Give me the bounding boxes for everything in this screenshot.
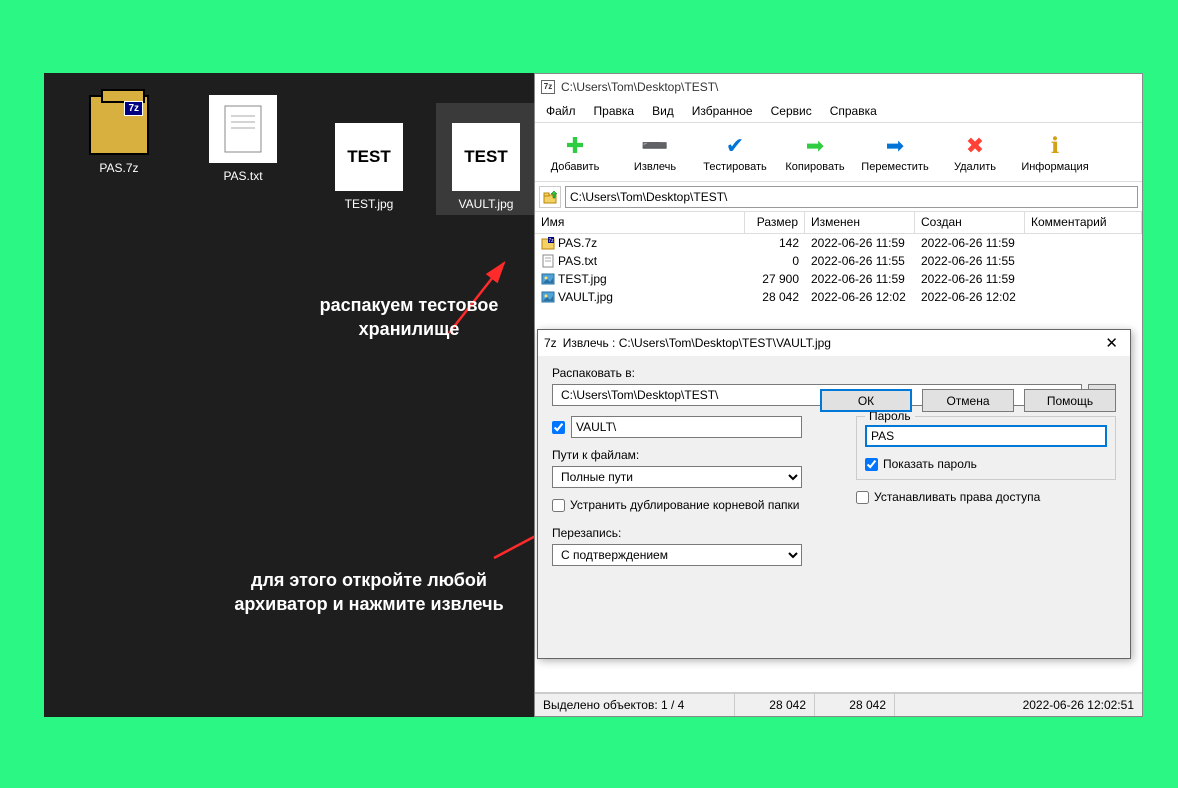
7zip-titlebar[interactable]: 7z C:\Users\Tom\Desktop\TEST\ [535,74,1142,100]
cancel-button[interactable]: Отмена [922,389,1014,412]
help-button[interactable]: Помощь [1024,389,1116,412]
txt-icon [209,95,277,163]
col-name[interactable]: Имя [535,212,745,233]
col-created[interactable]: Создан [915,212,1025,233]
up-button[interactable] [539,186,561,208]
paths-select[interactable]: Полные пути [552,466,802,488]
dialog-title: Извлечь : C:\Users\Tom\Desktop\TEST\VAUL… [563,336,831,350]
close-button[interactable]: ✕ [1099,334,1124,352]
desktop-icon-test-jpg[interactable]: TEST TEST.jpg [324,123,414,211]
eliminate-dup-check[interactable]: Устранить дублирование корневой папки [552,498,802,512]
status-size1: 28 042 [735,694,815,716]
status-bar: Выделено объектов: 1 / 4 28 042 28 042 2… [535,692,1142,716]
icon-label: TEST.jpg [345,197,394,211]
ok-button[interactable]: ОК [820,389,912,412]
extract-to-label: Распаковать в: [552,366,1116,380]
icon-label: PAS.txt [223,169,262,183]
annotation-1: распакуем тестовое хранилище [284,293,534,342]
col-modified[interactable]: Изменен [805,212,915,233]
menu-help[interactable]: Справка [823,102,884,120]
toolbar: ✚Добавить➖Извлечь✔Тестировать➡Копировать… [535,122,1142,182]
toolbar-переместить[interactable]: ➡Переместить [855,131,935,173]
overwrite-select[interactable]: С подтверждением [552,544,802,566]
paths-label: Пути к файлам: [552,448,802,462]
restore-perms-check[interactable]: Устанавливать права доступа [856,490,1116,504]
dialog-titlebar[interactable]: 7z Извлечь : C:\Users\Tom\Desktop\TEST\V… [538,330,1130,356]
icon-label: VAULT.jpg [459,197,514,211]
file-row[interactable]: VAULT.jpg28 0422022-06-26 12:022022-06-2… [535,288,1142,306]
menu-favorites[interactable]: Избранное [685,102,760,120]
информация-icon: ℹ [1015,131,1095,161]
file-row[interactable]: PAS.txt02022-06-26 11:552022-06-26 11:55 [535,252,1142,270]
password-input[interactable] [865,425,1107,447]
удалить-icon: ✖ [935,131,1015,161]
col-comment[interactable]: Комментарий [1025,212,1142,233]
7zip-app-icon: 7z [541,80,555,94]
toolbar-извлечь[interactable]: ➖Извлечь [615,131,695,173]
jpg-thumb: TEST [335,123,403,191]
menu-view[interactable]: Вид [645,102,681,120]
svg-text:7z: 7z [548,238,554,244]
address-bar [535,182,1142,212]
toolbar-копировать[interactable]: ➡Копировать [775,131,855,173]
archive-icon: 7z [89,95,149,155]
тестировать-icon: ✔ [695,131,775,161]
status-size2: 28 042 [815,694,895,716]
icon-label: PAS.7z [99,161,138,175]
status-time: 2022-06-26 12:02:51 [895,694,1142,716]
извлечь-icon: ➖ [615,131,695,161]
file-icon [541,254,555,268]
annotation-2: для этого откройте любой архиватор и наж… [229,568,509,617]
menu-file[interactable]: Файл [539,102,583,120]
7zip-app-icon: 7z [544,336,557,350]
status-selected: Выделено объектов: 1 / 4 [535,694,735,716]
file-icon: 7z [541,236,555,250]
address-input[interactable] [565,186,1138,208]
переместить-icon: ➡ [855,131,935,161]
list-header: Имя Размер Изменен Создан Комментарий [535,212,1142,234]
window-title: C:\Users\Tom\Desktop\TEST\ [561,80,718,94]
desktop-icon-pas-txt[interactable]: PAS.txt [198,95,288,183]
desktop-icon-pas-7z[interactable]: 7z PAS.7z [74,95,164,175]
overwrite-label: Перезапись: [552,526,802,540]
file-row[interactable]: TEST.jpg27 9002022-06-26 11:592022-06-26… [535,270,1142,288]
screenshot-canvas: 7z PAS.7z PAS.txt TEST TEST.jpg TEST VAU… [44,73,1097,717]
menu-edit[interactable]: Правка [587,102,642,120]
toolbar-удалить[interactable]: ✖Удалить [935,131,1015,173]
col-size[interactable]: Размер [745,212,805,233]
subfolder-input[interactable] [571,416,802,438]
toolbar-информация[interactable]: ℹИнформация [1015,131,1095,173]
menubar: Файл Правка Вид Избранное Сервис Справка [535,100,1142,122]
show-password-check[interactable]: Показать пароль [865,457,1107,471]
toolbar-тестировать[interactable]: ✔Тестировать [695,131,775,173]
добавить-icon: ✚ [535,131,615,161]
subfolder-check[interactable] [552,416,565,438]
password-fieldset: Пароль Показать пароль [856,416,1116,480]
desktop-icon-vault-jpg[interactable]: TEST VAULT.jpg [436,103,536,215]
toolbar-добавить[interactable]: ✚Добавить [535,131,615,173]
extract-dialog: 7z Извлечь : C:\Users\Tom\Desktop\TEST\V… [537,329,1131,659]
file-row[interactable]: 7zPAS.7z1422022-06-26 11:592022-06-26 11… [535,234,1142,252]
folder-up-icon [543,190,557,204]
file-icon [541,290,555,304]
file-icon [541,272,555,286]
копировать-icon: ➡ [775,131,855,161]
menu-tools[interactable]: Сервис [764,102,819,120]
jpg-thumb: TEST [452,123,520,191]
